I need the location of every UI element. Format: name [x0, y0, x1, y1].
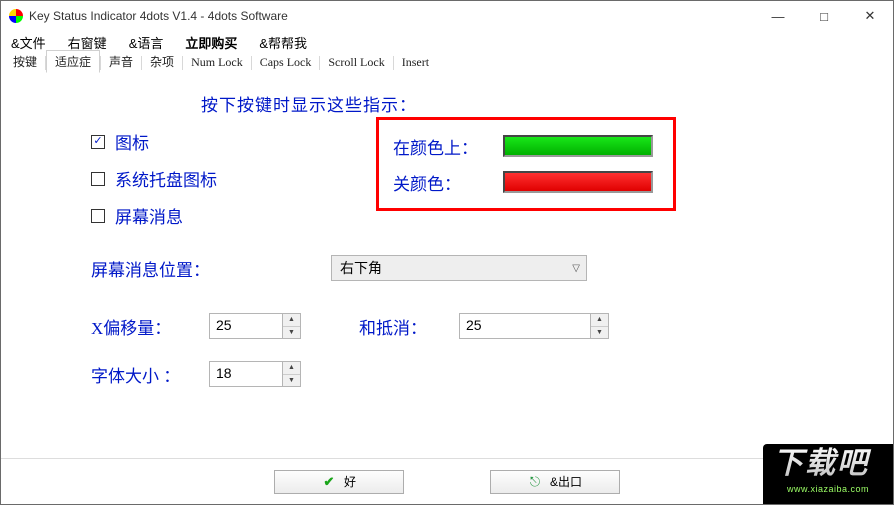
check-icon: ✔ [322, 475, 336, 489]
font-size-label: 字体大小 ： [91, 362, 209, 387]
font-size-value[interactable]: 18 [210, 362, 282, 386]
tab-scrolllock[interactable]: Scroll Lock [320, 53, 392, 72]
x-offset-value[interactable]: 25 [210, 314, 282, 338]
tab-capslock[interactable]: Caps Lock [252, 53, 320, 72]
watermark-text: 下载吧 [763, 444, 893, 484]
off-color-swatch[interactable] [503, 171, 653, 193]
y-offset-spinner[interactable]: 25 ▲ ▼ [459, 313, 609, 339]
indicator-checks: ✓ 图标 系统托盘图标 屏幕消息 [91, 129, 217, 228]
bottom-bar: ✔ 好 ⎋ &出口 [1, 458, 893, 504]
minimize-button[interactable]: — [755, 1, 801, 31]
check-tray-label: 系统托盘图标 [115, 166, 217, 191]
off-color-label: 关颜色： [393, 170, 483, 195]
color-highlight-frame: 在颜色上： 关颜色： [376, 117, 676, 211]
position-combo[interactable]: 右下角 ▽ [331, 255, 587, 281]
tab-sound[interactable]: 声音 [101, 51, 141, 72]
x-offset-label: X偏移量： [91, 314, 209, 339]
arrow-up-icon[interactable]: ▲ [283, 362, 300, 375]
checkbox-icon[interactable] [91, 209, 105, 223]
font-size-row: 字体大小 ： 18 ▲ ▼ [91, 361, 301, 387]
arrow-down-icon[interactable]: ▼ [283, 327, 300, 339]
app-icon [9, 9, 23, 23]
tabbar: 按键 适应症 声音 杂项 Num Lock Caps Lock Scroll L… [1, 53, 893, 73]
close-button[interactable]: ✕ [847, 1, 893, 31]
tab-keys[interactable]: 按键 [5, 51, 45, 72]
chevron-down-icon: ▽ [572, 263, 580, 274]
check-screen[interactable]: 屏幕消息 [91, 203, 217, 228]
tab-insert[interactable]: Insert [394, 53, 437, 72]
arrow-up-icon[interactable]: ▲ [591, 314, 608, 327]
app-window: Key Status Indicator 4dots V1.4 - 4dots … [0, 0, 894, 505]
menu-help[interactable]: &帮帮我 [255, 31, 311, 54]
watermark-url: www.xiazaiba.com [763, 484, 893, 494]
arrow-down-icon[interactable]: ▼ [591, 327, 608, 339]
check-icon[interactable]: ✓ 图标 [91, 129, 217, 154]
position-combo-value: 右下角 [340, 258, 382, 278]
exit-button[interactable]: ⎋ &出口 [490, 470, 620, 494]
offset-row: X偏移量： 25 ▲ ▼ 和抵消： 25 ▲ ▼ [91, 313, 609, 339]
exit-icon: ⎋ [528, 475, 542, 489]
exit-button-label: &出口 [550, 473, 582, 490]
on-color-swatch[interactable] [503, 135, 653, 157]
tab-misc[interactable]: 杂项 [142, 51, 182, 72]
y-offset-label: 和抵消： [359, 314, 459, 339]
site-watermark: 下载吧 www.xiazaiba.com [763, 444, 893, 504]
spinner-arrows: ▲ ▼ [282, 362, 300, 386]
position-row: 屏幕消息位置： 右下角 ▽ [91, 255, 587, 281]
x-offset-spinner[interactable]: 25 ▲ ▼ [209, 313, 301, 339]
off-color-row: 关颜色： [393, 170, 659, 195]
tab-indications[interactable]: 适应症 [46, 50, 100, 73]
window-controls: — □ ✕ [755, 1, 893, 31]
ok-button-label: 好 [344, 473, 356, 490]
menubar: &文件 右窗键 &语言 立即购买 &帮帮我 [1, 31, 893, 53]
window-title: Key Status Indicator 4dots V1.4 - 4dots … [29, 9, 755, 23]
titlebar: Key Status Indicator 4dots V1.4 - 4dots … [1, 1, 893, 31]
section-heading: 按下按键时显示这些指示： [41, 91, 853, 116]
spinner-arrows: ▲ ▼ [282, 314, 300, 338]
spinner-arrows: ▲ ▼ [590, 314, 608, 338]
menu-buy-now[interactable]: 立即购买 [181, 31, 241, 54]
checkbox-icon[interactable]: ✓ [91, 135, 105, 149]
check-tray[interactable]: 系统托盘图标 [91, 166, 217, 191]
font-size-spinner[interactable]: 18 ▲ ▼ [209, 361, 301, 387]
arrow-up-icon[interactable]: ▲ [283, 314, 300, 327]
on-color-row: 在颜色上： [393, 134, 659, 159]
arrow-down-icon[interactable]: ▼ [283, 375, 300, 387]
maximize-button[interactable]: □ [801, 1, 847, 31]
check-icon-label: 图标 [115, 129, 149, 154]
ok-button[interactable]: ✔ 好 [274, 470, 404, 494]
tab-content: 按下按键时显示这些指示： ✓ 图标 系统托盘图标 屏幕消息 在颜色上： 关颜色： [1, 73, 893, 458]
check-screen-label: 屏幕消息 [115, 203, 183, 228]
position-label: 屏幕消息位置： [91, 256, 331, 281]
checkbox-icon[interactable] [91, 172, 105, 186]
on-color-label: 在颜色上： [393, 134, 483, 159]
y-offset-value[interactable]: 25 [460, 314, 590, 338]
tab-numlock[interactable]: Num Lock [183, 53, 251, 72]
